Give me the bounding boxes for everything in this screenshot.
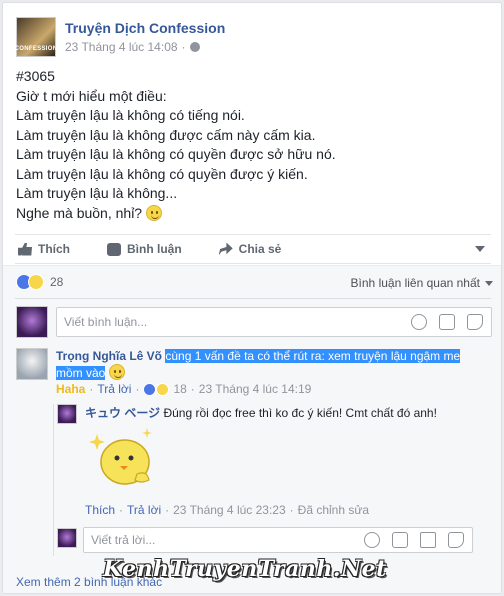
share-icon [218, 242, 233, 256]
reply-input-tools [364, 532, 464, 548]
sticker-icon[interactable] [448, 532, 464, 548]
current-user-avatar[interactable] [16, 306, 48, 338]
comment-label: Bình luận [127, 242, 182, 256]
comment-icon [107, 242, 121, 256]
comment-input[interactable]: Viết bình luận... [56, 307, 492, 337]
laughing-emoji-icon [108, 364, 125, 380]
header-text: Truyện Dịch Confession 23 Tháng 4 lúc 14… [65, 19, 225, 59]
comment-time[interactable]: 23 Tháng 4 lúc 14:19 [199, 382, 312, 396]
reply-time[interactable]: 23 Tháng 4 lúc 23:23 [173, 503, 286, 517]
action-separator: · [190, 382, 195, 396]
see-more-comments-link[interactable]: Xem thêm 2 bình luận khác [16, 575, 162, 589]
current-user-avatar[interactable] [57, 528, 77, 548]
reactions-summary[interactable]: 28 [16, 274, 63, 290]
sticker-icon[interactable] [467, 314, 483, 330]
comment-input-tools [411, 314, 483, 330]
like-reaction-icon [143, 382, 157, 396]
page-name[interactable]: Truyện Dịch Confession [65, 19, 225, 37]
comment-button[interactable]: Bình luận [104, 242, 182, 256]
comment-author[interactable]: Trọng Nghĩa Lê Võ [56, 349, 162, 363]
post-timestamp[interactable]: 23 Tháng 4 lúc 14:08 [65, 40, 178, 54]
smiley-icon [145, 204, 162, 221]
reply-button[interactable]: Trả lời [97, 382, 131, 396]
page-avatar[interactable]: CONFESSION [14, 17, 58, 57]
reply-author[interactable]: キュウ ベージ [85, 406, 160, 420]
camera-icon[interactable] [439, 314, 455, 330]
comment-actions: Haha · Trả lời · 18 · 23 Tháng 4 lúc 14:… [56, 382, 311, 396]
post-line: Làm truyện lậu là không có quyền được ý … [16, 165, 308, 182]
comments-section: 28 Bình luận liên quan nhất Viết bình lu… [3, 265, 501, 593]
post-card: CONFESSION Truyện Dịch Confession 23 Thá… [2, 2, 502, 594]
sort-label: Bình luận liên quan nhất [350, 276, 480, 290]
post-line: Làm truyện lậu là không được cấm này cấm… [16, 126, 316, 143]
gif-icon[interactable] [420, 532, 436, 548]
globe-icon[interactable] [189, 42, 200, 52]
reply-edited[interactable]: Đã chỉnh sửa [298, 503, 369, 517]
divider [15, 298, 491, 299]
share-button[interactable]: Chia sẻ [216, 242, 282, 256]
chick-sticker [89, 428, 152, 485]
action-separator: · [289, 503, 294, 517]
post-header: CONFESSION Truyện Dịch Confession 23 Thá… [14, 17, 225, 59]
haha-reaction-icon [28, 274, 44, 290]
reply: キュウ ベージ Đúng rồi đọc free thì ko đc ý ki… [85, 405, 495, 421]
action-separator: · [89, 382, 94, 396]
action-bar: Thích Bình luận Chia sẻ [15, 234, 491, 264]
emoji-icon[interactable] [411, 314, 427, 330]
reply-text: Đúng rồi đọc free thì ko đc ý kiến! Cmt … [163, 406, 437, 420]
haha-reaction-icon [156, 382, 170, 396]
post-line: #3065 [16, 68, 55, 84]
reply-actions: Thích · Trả lời · 23 Tháng 4 lúc 23:23 ·… [85, 503, 369, 517]
reply-author-avatar[interactable] [57, 404, 77, 424]
post-line: Làm truyện lậu là không... [16, 185, 178, 201]
avatar-text: CONFESSION [14, 46, 58, 52]
post-line: Giờ t mới hiểu một điều: [16, 87, 167, 104]
chevron-down-icon [485, 280, 493, 286]
post-line: Làm truyện lậu là không có quyền được sở… [16, 146, 336, 162]
action-separator: · [119, 503, 124, 517]
share-label: Chia sẻ [238, 242, 282, 256]
haha-reaction-button[interactable]: Haha [56, 382, 85, 396]
like-button[interactable]: Thích [15, 242, 70, 256]
camera-icon[interactable] [392, 532, 408, 548]
comment-sort-dropdown[interactable]: Bình luận liên quan nhất [351, 276, 493, 290]
comment-input-placeholder: Viết bình luận... [64, 315, 148, 329]
action-separator: · [165, 503, 170, 517]
post-line: Nghe mà buồn, nhỉ? [16, 204, 143, 221]
meta-separator: · [181, 40, 186, 54]
emoji-icon[interactable] [364, 532, 380, 548]
post-line: Làm truyện lậu là không có tiếng nói. [16, 107, 245, 123]
post-last-line: Nghe mà buồn, nhỉ? [16, 204, 486, 224]
comment-text: mồm vào [56, 366, 106, 380]
post-body: #3065 Giờ t mới hiểu một điều: Làm truyệ… [16, 67, 486, 223]
post-meta: 23 Tháng 4 lúc 14:08 · [65, 40, 225, 54]
comment: Trọng Nghĩa Lê Võ cùng 1 vấn đề ta có th… [56, 348, 486, 381]
post-menu-icon[interactable] [475, 246, 485, 252]
reply-input[interactable]: Viết trả lời... [83, 527, 473, 553]
like-label: Thích [38, 242, 70, 256]
commenter-avatar[interactable] [16, 348, 48, 380]
reply-like-button[interactable]: Thích [85, 503, 115, 517]
comment-text: cùng 1 vấn đề ta có thể rút ra: xem truy… [165, 349, 461, 363]
reply-reply-button[interactable]: Trả lời [127, 503, 161, 517]
reply-input-placeholder: Viết trả lời... [91, 533, 156, 547]
reaction-count: 28 [50, 275, 64, 289]
comment-reaction-count[interactable]: 18 [173, 382, 186, 396]
action-separator: · [135, 382, 140, 396]
reply-thread-line [53, 404, 54, 556]
like-icon [18, 242, 32, 256]
